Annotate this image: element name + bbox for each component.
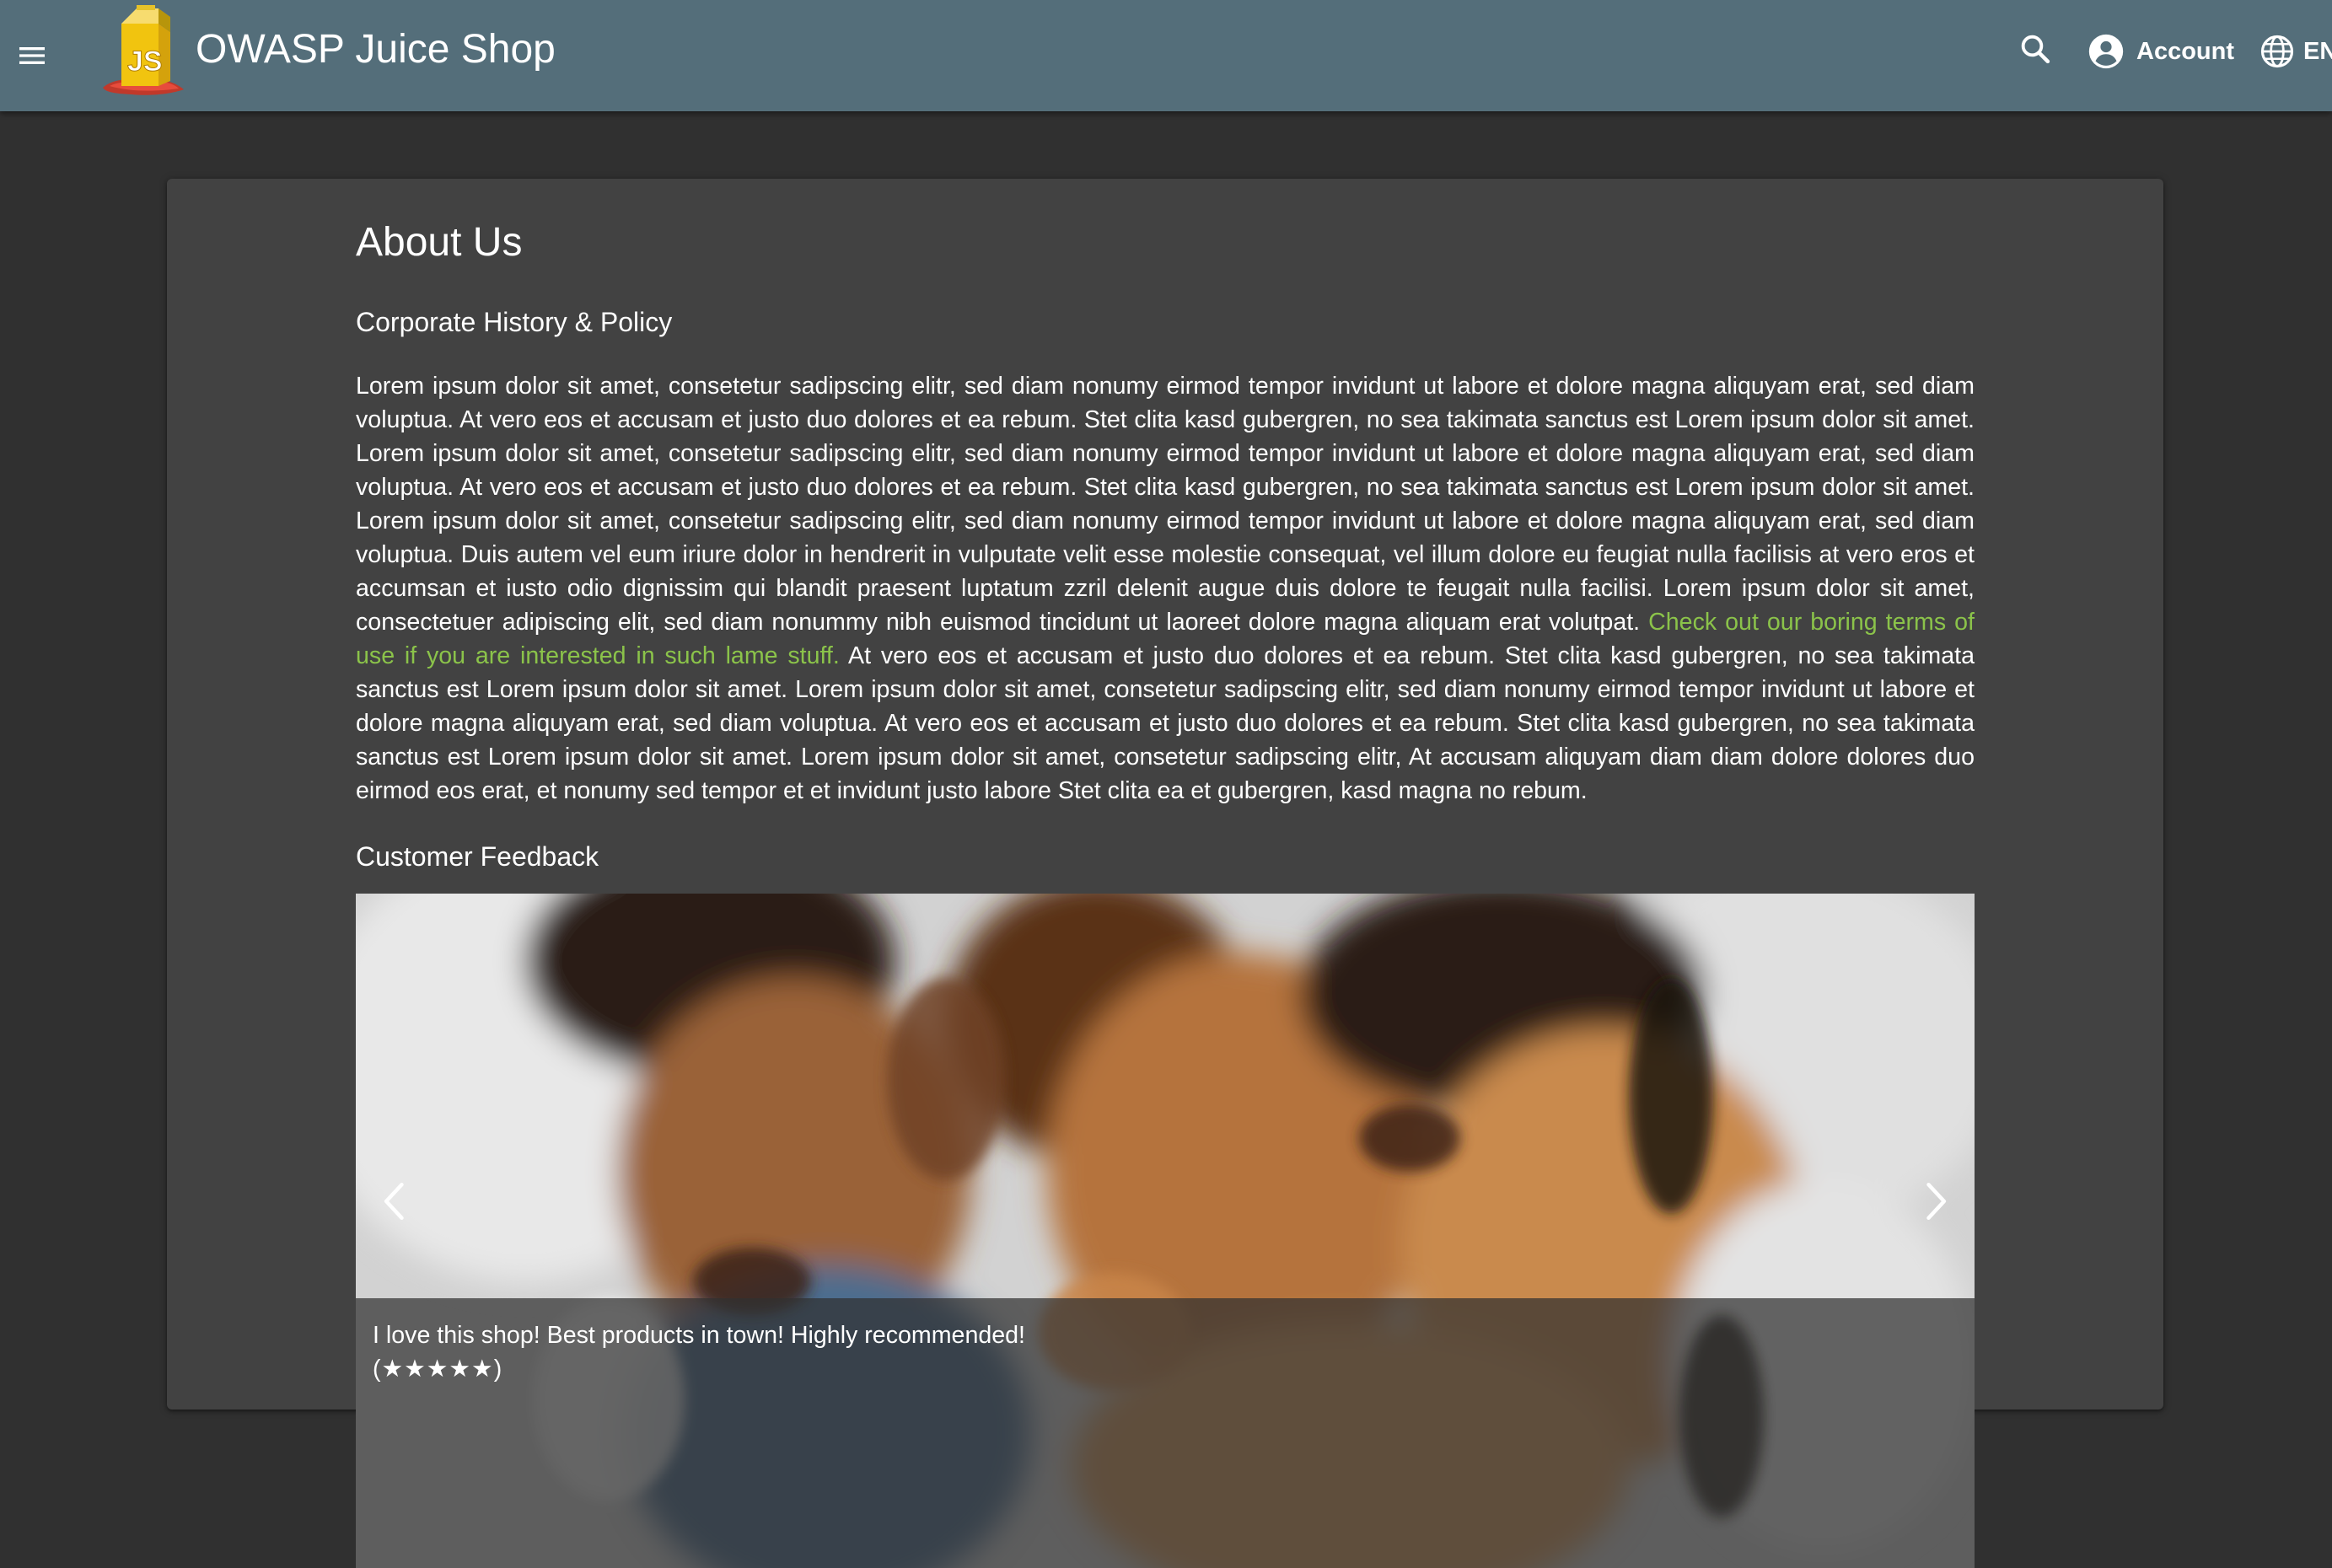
globe-icon bbox=[2260, 35, 2294, 68]
language-menu-button[interactable]: EN bbox=[2259, 25, 2332, 78]
hamburger-menu-icon bbox=[19, 47, 45, 64]
account-circle-icon bbox=[2088, 34, 2124, 69]
carousel-prev-button[interactable] bbox=[361, 1151, 428, 1252]
app-title[interactable]: OWASP Juice Shop bbox=[196, 24, 556, 76]
feedback-rating: (★★★★★) bbox=[373, 1356, 503, 1383]
page-title: About Us bbox=[356, 220, 523, 265]
search-icon bbox=[2021, 35, 2050, 64]
about-us-content: About Us Corporate History & Policy Lore… bbox=[356, 179, 1975, 882]
carousel-next-button[interactable] bbox=[1902, 1151, 1969, 1252]
language-label: EN bbox=[2303, 37, 2332, 65]
customer-feedback-title: Customer Feedback bbox=[356, 841, 599, 872]
about-us-card: About Us Corporate History & Policy Lore… bbox=[167, 179, 2163, 1568]
juice-shop-logo[interactable]: JS bbox=[99, 3, 187, 98]
sidebar-menu-button[interactable] bbox=[7, 22, 57, 89]
account-label: Account bbox=[2136, 37, 2234, 65]
corporate-history-text: Lorem ipsum dolor sit amet, consetetur s… bbox=[356, 369, 1975, 808]
svg-text:JS: JS bbox=[127, 46, 163, 78]
top-toolbar: JS OWASP Juice Shop Account EN bbox=[0, 0, 2332, 111]
chevron-left-icon bbox=[384, 1182, 404, 1221]
feedback-caption: I love this shop! Best products in town!… bbox=[356, 1298, 1975, 1568]
account-menu-button[interactable]: Account bbox=[2088, 25, 2234, 78]
corporate-history-title: Corporate History & Policy bbox=[356, 307, 673, 337]
feedback-carousel[interactable]: I love this shop! Best products in town!… bbox=[356, 894, 1975, 1568]
feedback-comment: I love this shop! Best products in town!… bbox=[373, 1322, 1025, 1349]
chevron-right-icon bbox=[1926, 1182, 1947, 1221]
history-text-part-1: Lorem ipsum dolor sit amet, consetetur s… bbox=[356, 373, 1975, 636]
search-button[interactable] bbox=[2012, 25, 2059, 72]
